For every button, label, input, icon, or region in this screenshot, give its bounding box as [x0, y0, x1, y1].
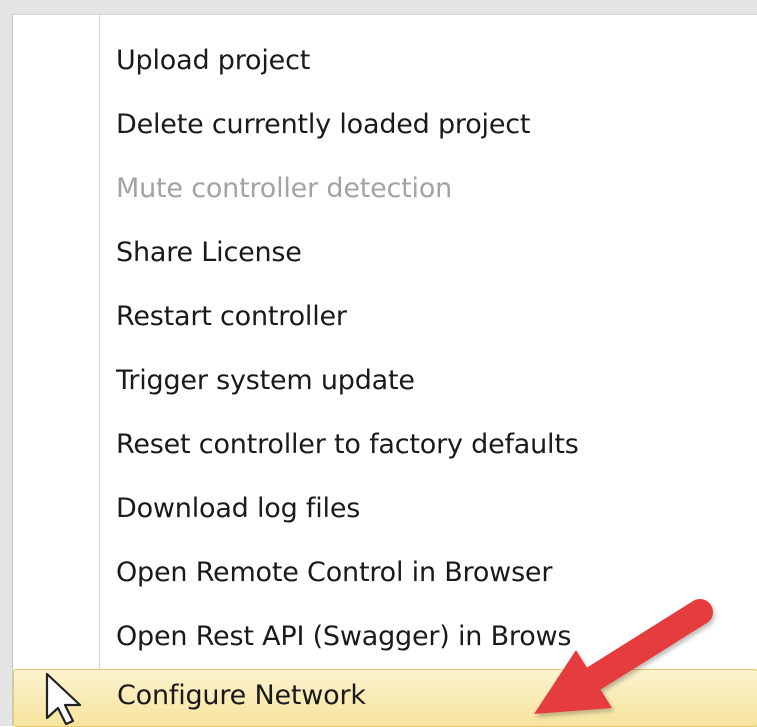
window-background: Upload project Delete currently loaded p…: [0, 0, 757, 727]
red-arrow-icon: [534, 599, 713, 714]
menu-item-label: Configure Network: [117, 680, 366, 712]
menu-item-label: Restart controller: [116, 300, 347, 332]
menu-item-label: Upload project: [116, 44, 311, 76]
menu-item-mute-controller-detection: Mute controller detection: [13, 157, 757, 221]
menu-item-label: Download log files: [116, 492, 361, 524]
menu-item-restart-controller[interactable]: Restart controller: [13, 285, 757, 349]
menu-item-label: Trigger system update: [116, 364, 415, 396]
menu-item-label: Open Remote Control in Browser: [116, 556, 553, 588]
menu-item-reset-factory-defaults[interactable]: Reset controller to factory defaults: [13, 413, 757, 477]
menu-item-label: Share License: [116, 236, 302, 268]
menu-item-label: Reset controller to factory defaults: [116, 428, 579, 460]
menu-item-label: Delete currently loaded project: [116, 108, 531, 140]
menu-item-label: Open Rest API (Swagger) in Brows: [116, 620, 572, 652]
menu-item-trigger-system-update[interactable]: Trigger system update: [13, 349, 757, 413]
menu-item-upload-project[interactable]: Upload project: [13, 29, 757, 93]
menu-item-share-license[interactable]: Share License: [13, 221, 757, 285]
menu-item-download-log-files[interactable]: Download log files: [13, 477, 757, 541]
menu-item-delete-project[interactable]: Delete currently loaded project: [13, 93, 757, 157]
menu-item-label: Mute controller detection: [116, 172, 453, 204]
mouse-pointer-icon: [45, 672, 82, 726]
